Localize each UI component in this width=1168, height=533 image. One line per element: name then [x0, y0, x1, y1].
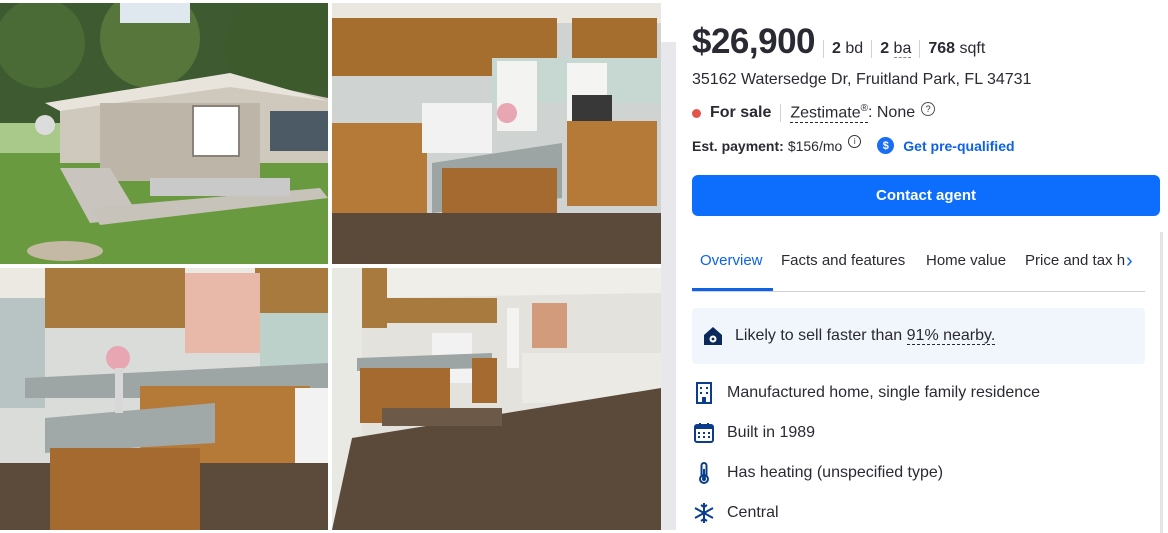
calendar-icon: [692, 421, 716, 445]
panel-scrollbar[interactable]: [1160, 232, 1163, 533]
beds: 2 bd: [823, 40, 871, 58]
fact-year-built: Built in 1989: [692, 421, 815, 445]
active-tab-indicator: [692, 288, 773, 291]
info-icon[interactable]: i: [848, 135, 862, 148]
status-row: For sale Zestimate®: None ?: [692, 102, 936, 124]
thermometer-icon: [692, 461, 716, 485]
snowflake-icon: [692, 501, 716, 525]
help-icon[interactable]: ?: [921, 102, 936, 117]
photo-scrollbar: [661, 42, 676, 530]
nearby-percent-link[interactable]: 91% nearby.: [906, 327, 996, 345]
listing-photo-kitchen-1[interactable]: [332, 3, 661, 264]
dollar-icon: $: [877, 137, 895, 154]
status-dot-icon: [692, 108, 701, 118]
fact-text: Central: [727, 504, 779, 521]
est-payment-label: Est. payment:: [692, 137, 784, 154]
est-payment-value: $156/mo: [787, 137, 843, 154]
fact-home-type: Manufactured home, single family residen…: [692, 381, 1040, 405]
payment-row: Est. payment: $156/mo i $ Get pre-qualif…: [692, 135, 1015, 154]
listing-photo-kitchen-2[interactable]: [0, 268, 328, 530]
zestimate-link[interactable]: Zestimate®: [790, 103, 868, 124]
detail-tabs: Overview Facts and features Home value P…: [692, 236, 1145, 292]
price: $26,900: [692, 22, 816, 61]
fact-text: Has heating (unspecified type): [727, 464, 944, 481]
tab-home-value[interactable]: Home value: [926, 252, 1006, 269]
sqft: 768 sqft: [919, 40, 993, 58]
address: 35162 Watersedge Dr, Fruitland Park, FL …: [692, 71, 1032, 88]
fact-cooling: Central: [692, 501, 779, 525]
price-summary: $26,900 2 bd 2 ba 768 sqft: [692, 22, 993, 62]
tab-overview[interactable]: Overview: [700, 252, 763, 269]
get-prequalified-link[interactable]: Get pre-qualified: [903, 138, 1014, 154]
building-icon: [692, 381, 716, 405]
fact-heating: Has heating (unspecified type): [692, 461, 943, 485]
contact-agent-button[interactable]: Contact agent: [692, 175, 1160, 216]
home-speed-icon: [704, 327, 722, 345]
tab-facts-features[interactable]: Facts and features: [781, 252, 905, 269]
chevron-right-icon[interactable]: ›: [1126, 250, 1133, 273]
listing-photo-exterior[interactable]: [0, 3, 328, 264]
sell-faster-text: Likely to sell faster than 91% nearby.: [735, 327, 996, 345]
zestimate-value: : None: [867, 104, 916, 122]
fact-text: Built in 1989: [727, 424, 816, 441]
sell-faster-callout: Likely to sell faster than 91% nearby.: [692, 308, 1145, 364]
tab-price-tax[interactable]: Price and tax h: [1025, 252, 1125, 269]
listing-photo-living[interactable]: [332, 268, 661, 530]
baths[interactable]: 2 ba: [871, 40, 919, 58]
status-label: For sale: [710, 104, 772, 122]
fact-text: Manufactured home, single family residen…: [727, 384, 1041, 401]
